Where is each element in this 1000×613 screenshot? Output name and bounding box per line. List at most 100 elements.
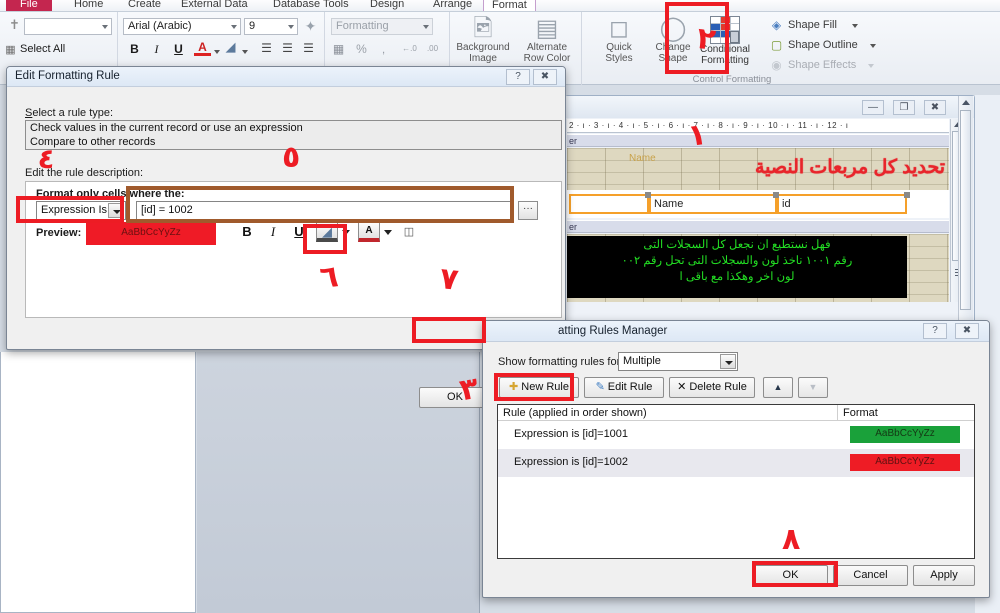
apply-button[interactable]: Apply <box>913 565 975 586</box>
move-down-button[interactable]: ▼ <box>798 377 828 398</box>
quick-styles-button[interactable]: ◻ Quick Styles <box>590 15 648 65</box>
ribbon-tab-external-data[interactable]: External Data <box>173 0 256 11</box>
shape-effects-label: Shape Effects <box>788 59 857 71</box>
shape-fill-label[interactable]: Shape Fill <box>788 19 837 31</box>
ribbon-tab-create[interactable]: Create <box>120 0 169 11</box>
chevron-down-icon[interactable] <box>214 50 220 54</box>
table-row[interactable]: Expression is [id]=1001 AaBbCcYyZz <box>498 421 974 449</box>
rule-expression-text: Expression is [id]=1002 <box>514 456 629 468</box>
currency-icon[interactable]: ▦ <box>330 41 347 58</box>
alternate-row-color-label: Alternate Row Color <box>523 42 571 64</box>
chevron-down-icon[interactable] <box>242 50 248 54</box>
selection-handle[interactable] <box>645 192 651 198</box>
align-right-icon[interactable]: ☰ <box>300 40 317 57</box>
table-grid-icon: ▤ <box>535 15 559 42</box>
bold-button[interactable]: B <box>126 41 143 58</box>
font-size-value: 9 <box>249 20 256 32</box>
annotation-box-condition-value <box>126 186 514 223</box>
select-all-label[interactable]: Select All <box>20 43 65 55</box>
ribbon-tab-format[interactable]: Format <box>483 0 536 11</box>
comma-icon[interactable]: , <box>375 41 392 58</box>
detail-textbox-blank[interactable] <box>569 194 649 214</box>
footer-arabic-textbox[interactable]: فهل نستطيع ان نجعل كل السجلات التى رقم ١… <box>567 236 907 298</box>
selection-handle[interactable] <box>773 192 779 198</box>
restore-button[interactable]: ❐ <box>893 100 915 115</box>
alternate-row-color-button[interactable]: ▤ Alternate Row Color <box>518 15 576 65</box>
number-format-combo[interactable]: Formatting <box>331 18 433 35</box>
help-button[interactable]: ? <box>923 323 947 339</box>
percent-icon[interactable]: % <box>353 41 370 58</box>
background-image-label: Background Image <box>456 42 510 64</box>
delete-rule-button[interactable]: ✕ Delete Rule <box>669 377 755 398</box>
form-footer-band[interactable]: فهل نستطيع ان نجعل كل السجلات التى رقم ١… <box>567 234 949 302</box>
format-painter-icon[interactable]: ✦ <box>302 18 319 35</box>
chevron-down-icon <box>288 25 294 29</box>
form-footer-section-bar[interactable]: er <box>567 220 949 233</box>
ribbon-tab-arrange[interactable]: Arrange <box>425 0 480 11</box>
chevron-down-icon[interactable] <box>852 24 858 28</box>
align-left-icon[interactable]: ☰ <box>258 40 275 57</box>
increase-decimal-icon[interactable]: ←.0 <box>401 41 418 58</box>
font-size-combo[interactable]: 9 <box>244 18 298 35</box>
shape-outline-icon[interactable]: ▢ <box>768 37 785 54</box>
conditional-formatting-rules-manager-dialog: atting Rules Manager ? ✖ Show formatting… <box>482 320 990 598</box>
shape-outline-label[interactable]: Shape Outline <box>788 39 858 51</box>
font-name-combo[interactable]: Arial (Arabic) <box>123 18 241 35</box>
footer-arabic-line-2: رقم ١٠٠١ ناخذ لون والسجلات التى تحل رقم … <box>621 255 853 267</box>
align-center-icon[interactable]: ☰ <box>279 40 296 57</box>
scrollbar-thumb[interactable] <box>960 110 971 310</box>
scroll-up-arrow-icon[interactable] <box>962 100 970 105</box>
chevron-down-icon[interactable] <box>720 354 736 369</box>
table-row[interactable]: Expression is [id]=1002 AaBbCcYyZz <box>498 449 974 477</box>
form-detail-band[interactable]: Name id <box>567 190 949 218</box>
rule-format-preview: AaBbCcYyZz <box>850 426 960 443</box>
italic-button[interactable]: I <box>148 41 165 58</box>
expression-builder-button[interactable]: ··· <box>518 201 538 220</box>
chevron-down-icon <box>102 25 108 29</box>
header-name-label[interactable]: Name <box>629 153 656 164</box>
header-arabic-title[interactable]: تحديد كل مربعات النصية <box>755 156 945 179</box>
cancel-button[interactable]: Cancel <box>833 565 908 586</box>
edit-rule-button[interactable]: ✎ Edit Rule <box>584 377 664 398</box>
view-combo[interactable] <box>24 18 112 35</box>
move-up-button[interactable]: ▲ <box>763 377 793 398</box>
form-header-band[interactable]: Name تحديد كل مربعات النصية <box>567 148 949 190</box>
ribbon-tab-home[interactable]: Home <box>66 0 111 11</box>
chevron-down-icon[interactable] <box>384 230 392 235</box>
paint-blob-icon: ◻ <box>609 15 629 42</box>
shape-fill-icon[interactable]: ◈ <box>768 17 785 34</box>
underline-button[interactable]: U <box>170 41 187 58</box>
window-vertical-scrollbar[interactable] <box>958 96 973 322</box>
chevron-down-icon[interactable] <box>870 44 876 48</box>
tools-icon[interactable]: ✝ <box>6 17 23 34</box>
dialog-titlebar: atting Rules Manager ? ✖ <box>483 321 989 342</box>
rules-table[interactable]: Rule (applied in order shown) Format Exp… <box>497 404 975 559</box>
minimize-button[interactable]: — <box>862 100 884 115</box>
form-header-section-bar[interactable]: er <box>567 134 949 147</box>
select-all-icon[interactable]: ▦ <box>3 42 18 59</box>
decrease-decimal-icon[interactable]: .00 <box>424 41 441 58</box>
help-button[interactable]: ? <box>506 69 530 85</box>
italic-button[interactable]: I <box>264 223 282 241</box>
rule-type-option-expression[interactable]: Check values in the current record or us… <box>26 121 561 135</box>
detail-textbox-name[interactable]: Name <box>649 194 777 214</box>
selection-handle[interactable] <box>904 192 910 198</box>
close-button[interactable]: ✖ <box>533 69 557 85</box>
background-image-button[interactable]: 🖻 Background Image <box>454 16 512 65</box>
ribbon-tab-database-tools[interactable]: Database Tools <box>265 0 357 11</box>
ribbon-tab-design[interactable]: Design <box>362 0 412 11</box>
ribbon-tab-file[interactable]: File <box>6 0 52 11</box>
ribbon-group-control-formatting: Control Formatting ◻ Quick Styles ◯ Chan… <box>582 12 978 85</box>
show-rules-for-select[interactable]: Multiple <box>618 352 738 371</box>
font-color-icon[interactable]: A <box>358 222 380 242</box>
close-button[interactable]: ✖ <box>955 323 979 339</box>
rules-column-header-rule: Rule (applied in order shown) <box>498 405 838 421</box>
close-button[interactable]: ✖ <box>924 100 946 115</box>
enabled-icon[interactable]: ◫ <box>400 223 418 241</box>
bold-button[interactable]: B <box>238 223 256 241</box>
detail-textbox-id[interactable]: id <box>777 194 907 214</box>
fill-color-icon[interactable]: ◢ <box>222 39 239 56</box>
annotation-numeral-6: ٦ <box>318 259 341 296</box>
font-color-icon[interactable]: A <box>194 39 211 56</box>
dialog-title: atting Rules Manager <box>558 325 668 337</box>
